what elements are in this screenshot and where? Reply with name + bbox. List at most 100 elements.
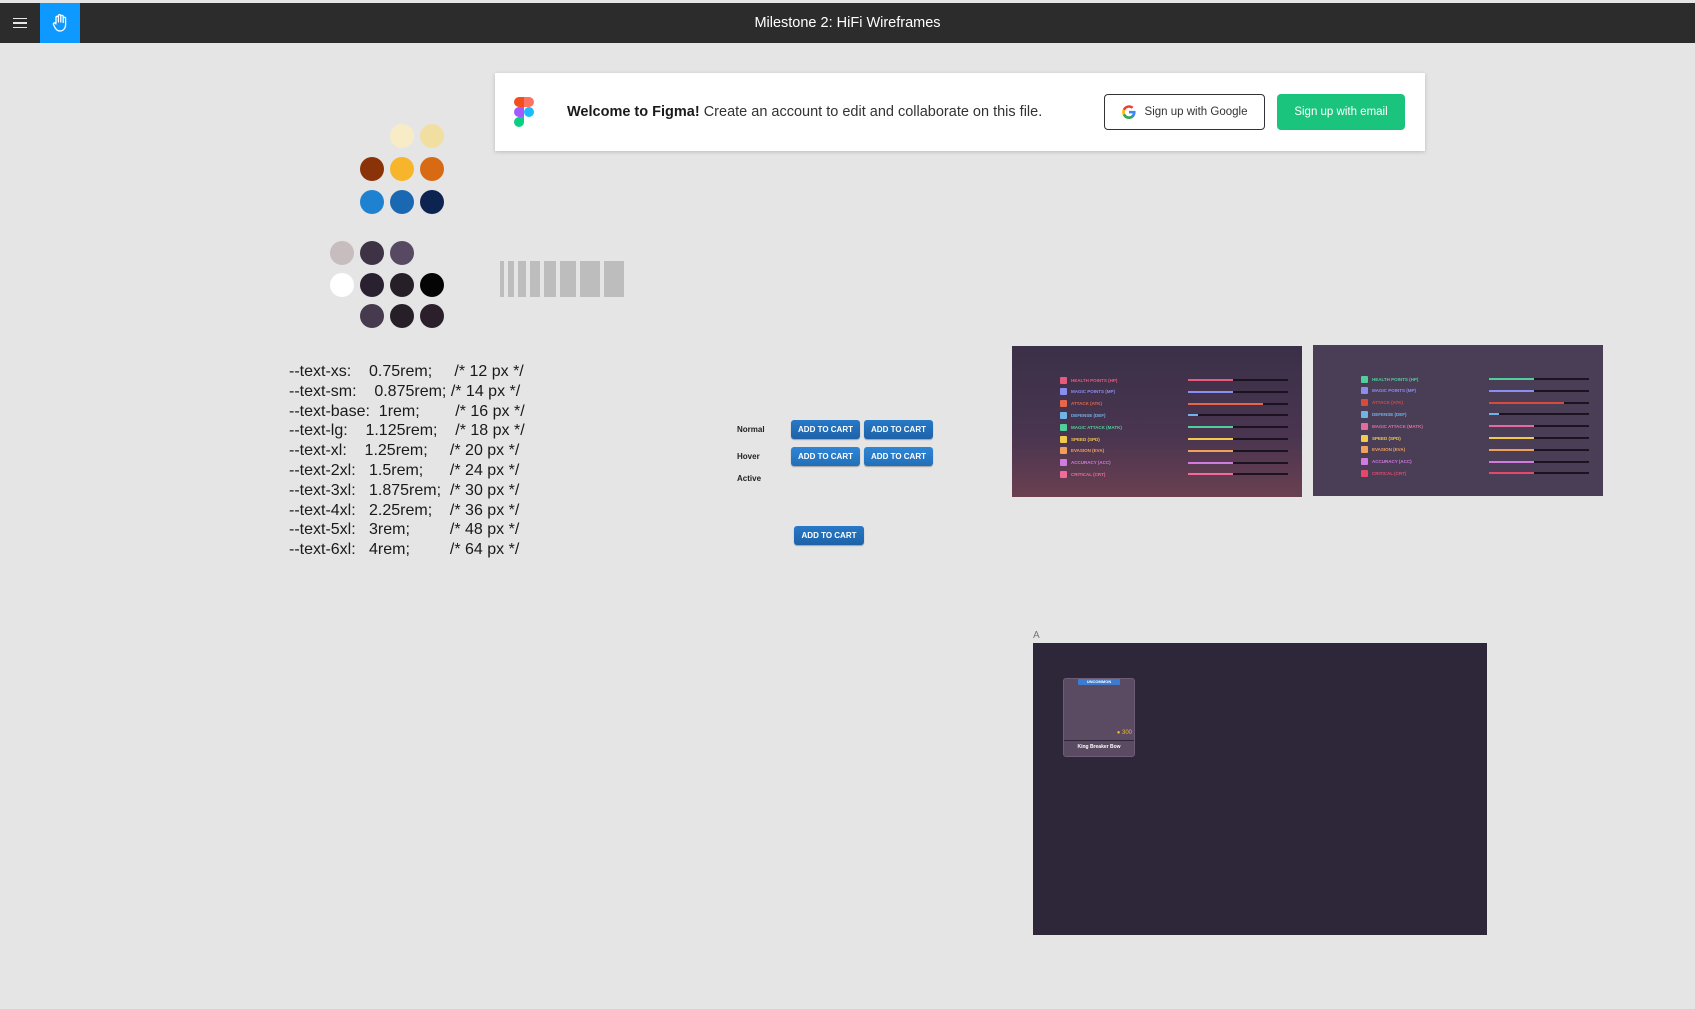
stat-icon bbox=[1060, 459, 1067, 467]
stat-bar-fill bbox=[1188, 379, 1233, 381]
neutral-color-swatch bbox=[360, 273, 384, 297]
stats-panel-alt: HEALTH POINTS (HP) MAGIC POINTS (MP) ATTAC… bbox=[1313, 345, 1603, 496]
state-label-hover: Hover bbox=[737, 452, 760, 461]
stat-bar-track bbox=[1489, 437, 1589, 439]
state-label-normal: Normal bbox=[737, 425, 765, 434]
stat-label: DEFENSE (DEF) bbox=[1071, 412, 1106, 418]
stat-bar-track bbox=[1489, 425, 1589, 428]
swatch-bar bbox=[518, 261, 526, 297]
stat-bar-track bbox=[1188, 438, 1288, 440]
swatch-bar bbox=[500, 261, 504, 297]
stats-panel: HEALTH POINTS (HP) MAGIC POINTS (MP) ATTAC… bbox=[1012, 346, 1302, 497]
stat-bar-fill bbox=[1188, 414, 1198, 417]
stat-icon bbox=[1361, 375, 1368, 383]
stat-bar-track bbox=[1188, 473, 1288, 476]
stat-icon bbox=[1060, 470, 1067, 478]
stat-label: ATTACK (ATK) bbox=[1071, 401, 1102, 407]
stat-row: SPEED (SPD) bbox=[1060, 434, 1300, 444]
stat-icon bbox=[1060, 400, 1067, 408]
stat-row: CRITICAL (CRT) bbox=[1060, 469, 1300, 479]
stat-icon bbox=[1060, 435, 1067, 443]
neutral-color-swatch bbox=[330, 273, 354, 297]
neutral-color-swatch bbox=[360, 241, 384, 265]
type-scale-entry: --text-6xl: 4rem; /* 64 px */ bbox=[289, 541, 520, 559]
stat-icon bbox=[1060, 388, 1067, 396]
swatch-bar bbox=[560, 261, 576, 297]
stat-icon bbox=[1361, 410, 1368, 418]
warm-color-swatch bbox=[390, 124, 414, 148]
warm-color-swatch bbox=[390, 157, 414, 181]
stat-bar-track bbox=[1188, 414, 1288, 417]
stat-row: ATTACK (ATK) bbox=[1361, 398, 1601, 408]
stat-row: MAGIC ATTACK (MATK) bbox=[1060, 422, 1300, 432]
stat-bar-fill bbox=[1489, 401, 1564, 404]
stat-label: EVASION (EVA) bbox=[1071, 448, 1105, 454]
welcome-bold: Welcome to Figma! bbox=[567, 104, 700, 120]
neutral-color-swatch bbox=[330, 241, 354, 265]
stat-bar-fill bbox=[1188, 426, 1233, 429]
add-to-cart-button[interactable]: ADD TO CART bbox=[791, 420, 860, 439]
warm-color-swatch bbox=[420, 157, 444, 181]
stat-bar-fill bbox=[1489, 472, 1534, 475]
stat-row: EVASION (EVA) bbox=[1060, 446, 1300, 456]
sign-up-google-button[interactable]: Sign up with Google bbox=[1104, 94, 1265, 130]
stat-bar-track bbox=[1188, 390, 1288, 393]
stat-bar-track bbox=[1489, 413, 1589, 416]
stat-icon bbox=[1361, 399, 1368, 407]
stat-row: CRITICAL (CRT) bbox=[1361, 468, 1601, 478]
stat-bar-track bbox=[1489, 378, 1589, 380]
stat-label: CRITICAL (CRT) bbox=[1071, 471, 1106, 477]
type-scale-entry: --text-5xl: 3rem; /* 48 px */ bbox=[289, 521, 520, 539]
signup-banner: Welcome to Figma! Create an account to e… bbox=[495, 73, 1425, 151]
rarity-badge: UNCOMMON bbox=[1078, 679, 1120, 685]
stat-bar-fill bbox=[1489, 460, 1534, 463]
stat-bar-track bbox=[1489, 448, 1589, 451]
frame-a: UNCOMMON ● 300 King Breaker Bow bbox=[1033, 643, 1487, 935]
sign-up-email-button[interactable]: Sign up with email bbox=[1277, 94, 1405, 130]
stat-label: ACCURACY (ACC) bbox=[1372, 459, 1412, 465]
stat-bar-track bbox=[1188, 379, 1288, 381]
figma-logo-icon bbox=[514, 97, 534, 132]
stat-bar-track bbox=[1188, 402, 1288, 405]
stat-label: EVASION (EVA) bbox=[1372, 447, 1406, 453]
item-price: ● 300 bbox=[1117, 730, 1132, 736]
type-scale-entry: --text-2xl: 1.5rem; /* 24 px */ bbox=[289, 461, 520, 479]
hamburger-menu-icon[interactable] bbox=[0, 3, 40, 43]
item-divider bbox=[1064, 740, 1134, 741]
stat-label: MAGIC ATTACK (MATK) bbox=[1071, 424, 1122, 430]
stat-label: SPEED (SPD) bbox=[1372, 435, 1401, 441]
warm-color-swatch bbox=[360, 190, 384, 214]
item-card[interactable]: UNCOMMON ● 300 King Breaker Bow bbox=[1063, 678, 1135, 757]
sign-up-google-label: Sign up with Google bbox=[1144, 106, 1248, 118]
stat-bar-fill bbox=[1489, 425, 1534, 428]
neutral-color-swatch bbox=[390, 273, 414, 297]
stat-bar-track bbox=[1188, 449, 1288, 452]
add-to-cart-button-active[interactable]: ADD TO CART bbox=[794, 526, 864, 545]
google-icon bbox=[1121, 105, 1136, 119]
add-to-cart-button[interactable]: ADD TO CART bbox=[864, 420, 933, 439]
stat-label: SPEED (SPD) bbox=[1071, 436, 1100, 442]
type-scale-list: --text-xs: 0.75rem; /* 12 px */ --text-sm… bbox=[289, 362, 525, 560]
stat-bar-fill bbox=[1188, 390, 1233, 393]
hand-tool-icon[interactable] bbox=[40, 3, 80, 43]
stat-bar-fill bbox=[1489, 413, 1499, 416]
stat-bar-fill bbox=[1188, 473, 1233, 476]
stat-bar-fill bbox=[1489, 448, 1534, 451]
type-scale-entry: --text-xl: 1.25rem; /* 20 px */ bbox=[289, 442, 520, 460]
stat-bar-fill bbox=[1188, 402, 1263, 405]
add-to-cart-button-hover[interactable]: ADD TO CART bbox=[791, 447, 860, 466]
neutral-color-swatch bbox=[360, 304, 384, 328]
neutral-color-swatch bbox=[390, 304, 414, 328]
stat-row: SPEED (SPD) bbox=[1361, 433, 1601, 443]
stat-icon bbox=[1361, 434, 1368, 442]
stat-icon bbox=[1361, 387, 1368, 395]
swatch-bar bbox=[530, 261, 540, 297]
frame-label: A bbox=[1033, 630, 1040, 641]
type-scale-entry: --text-4xl: 2.25rem; /* 36 px */ bbox=[289, 501, 520, 519]
stat-row: DEFENSE (DEF) bbox=[1361, 409, 1601, 419]
neutral-color-swatch bbox=[420, 273, 444, 297]
stat-row: MAGIC ATTACK (MATK) bbox=[1361, 421, 1601, 431]
stat-bar-track bbox=[1188, 426, 1288, 429]
stat-bar-fill bbox=[1489, 389, 1534, 392]
add-to-cart-button-hover[interactable]: ADD TO CART bbox=[864, 447, 933, 466]
